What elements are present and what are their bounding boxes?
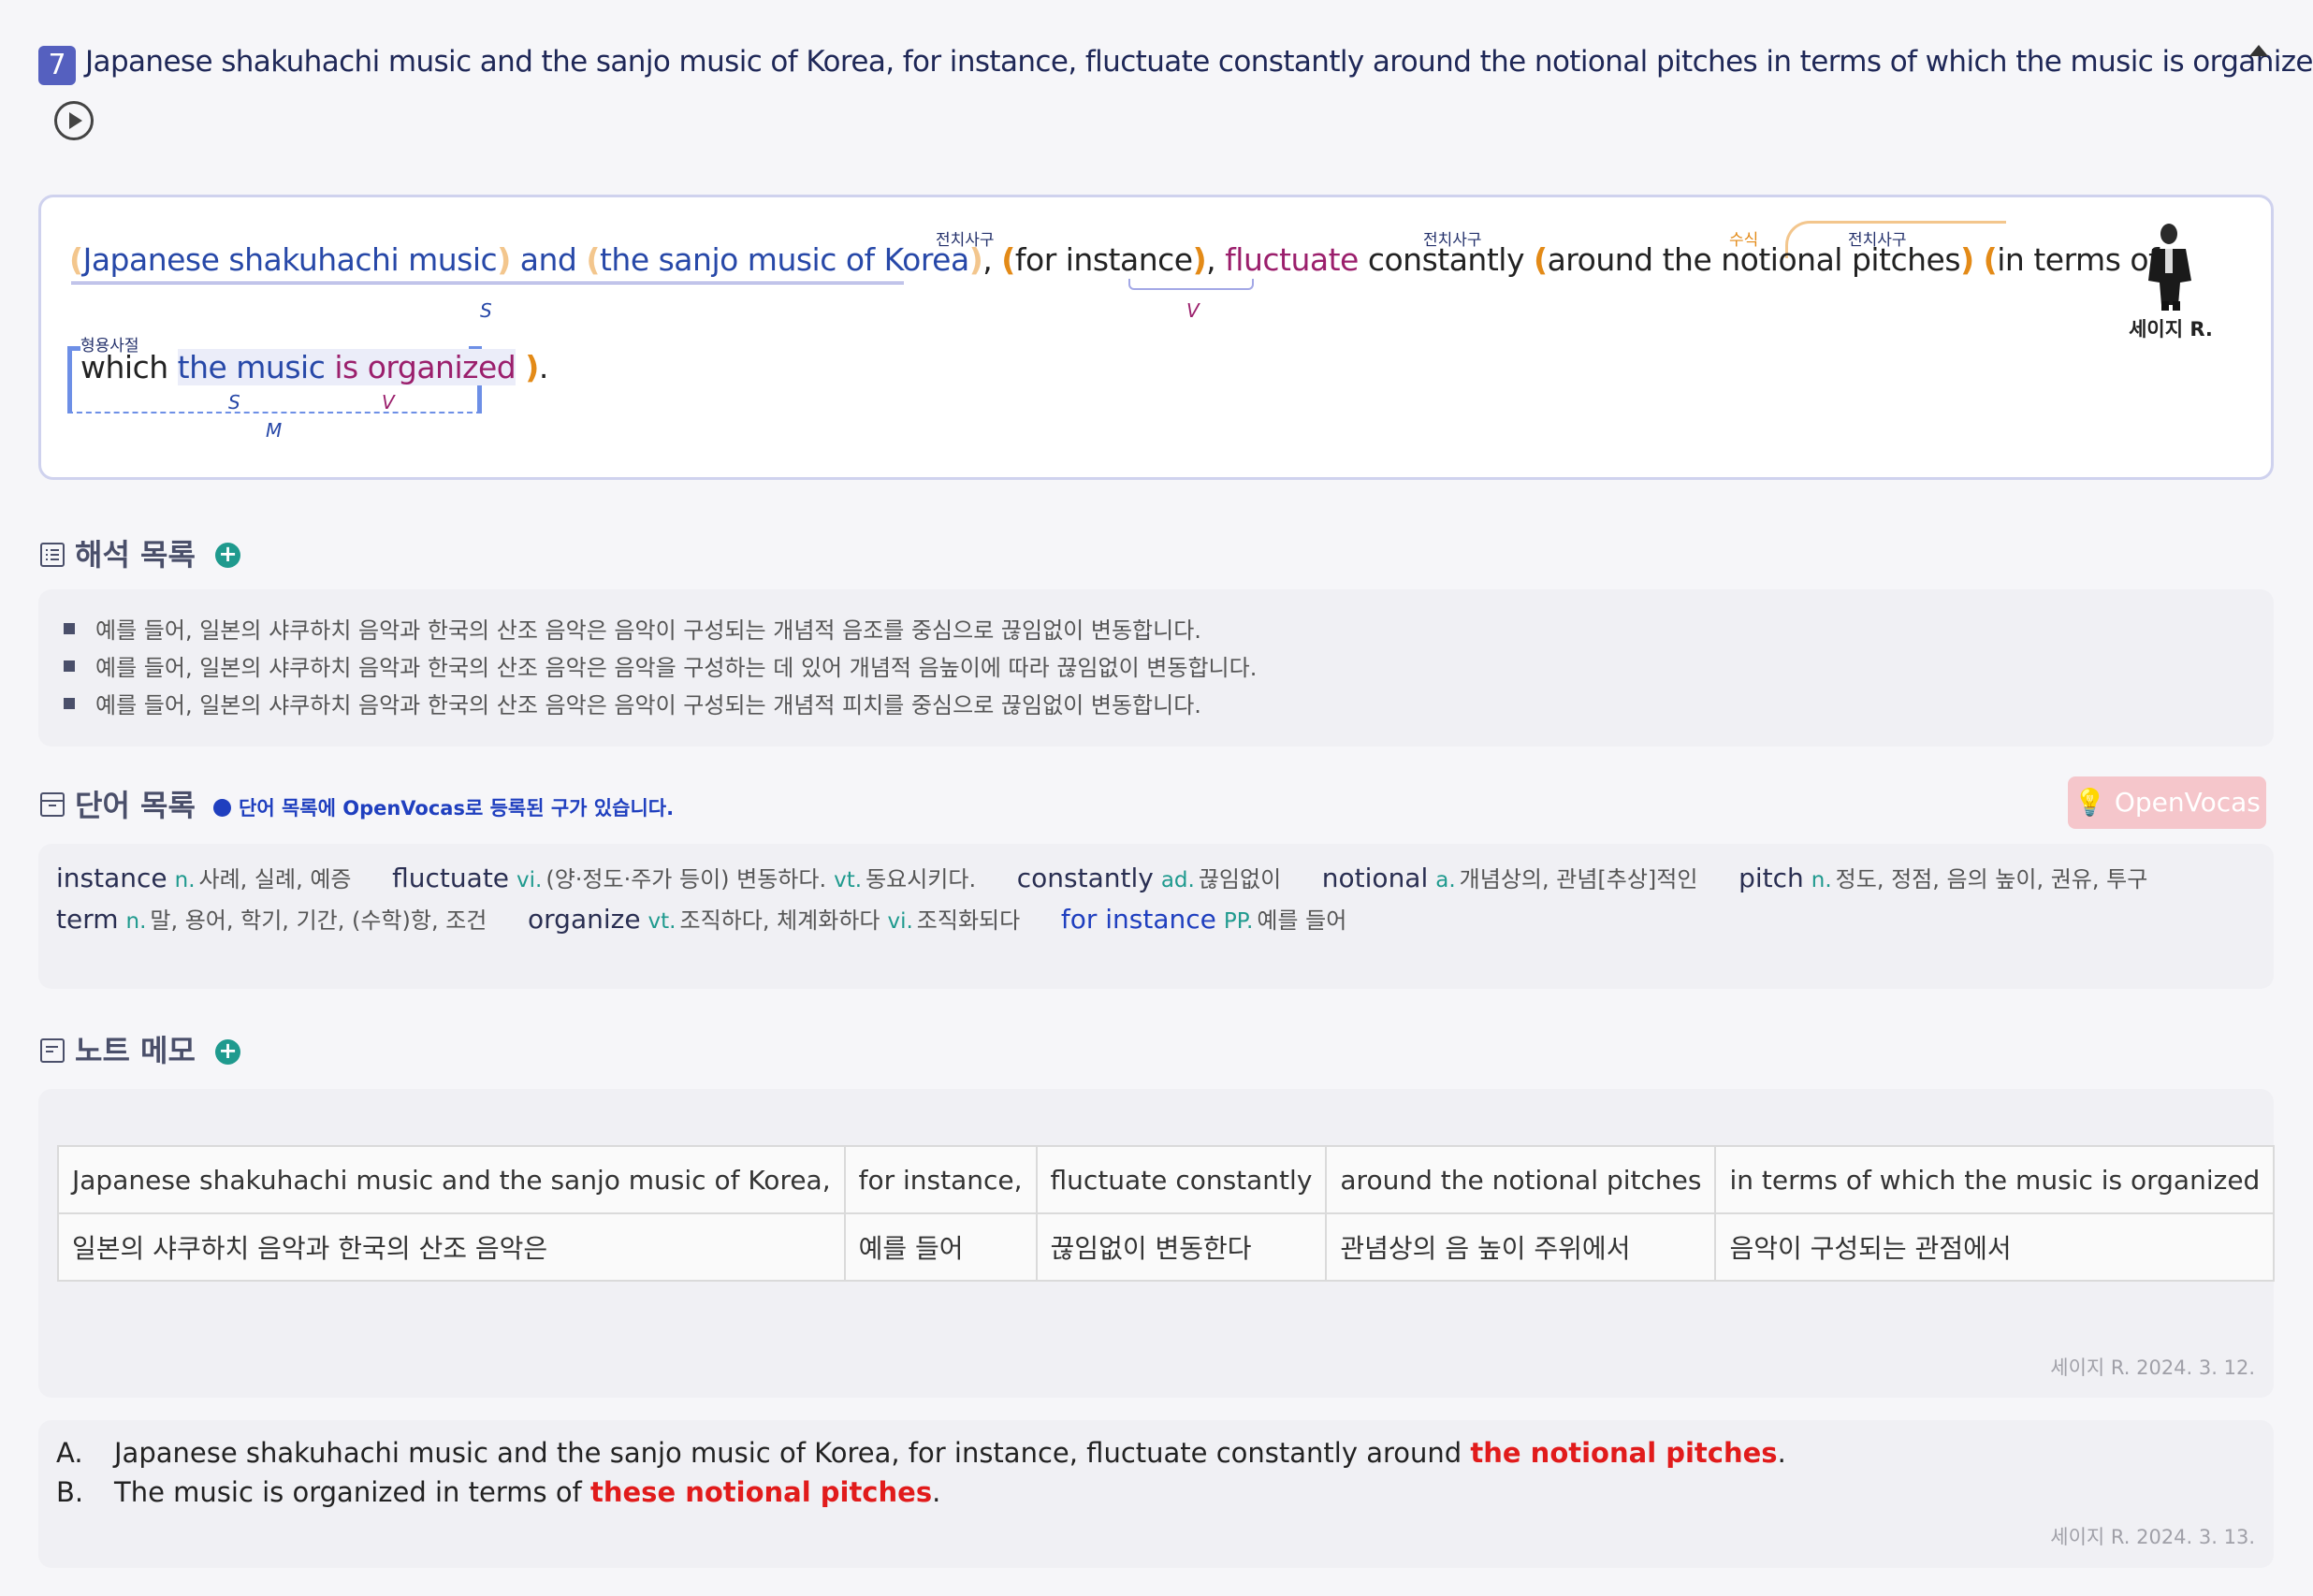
chunk-translation-table: Japanese shakuhachi music and the sanjo …	[57, 1145, 2276, 1282]
memo-line-b: B. The music is organized in terms of the…	[56, 1476, 941, 1508]
vocab-word[interactable]: instance	[56, 863, 167, 893]
clause-role-subject-label: S	[228, 391, 240, 414]
subject-underline	[71, 277, 904, 284]
openvocas-button[interactable]: 💡 OpenVocas	[2068, 776, 2266, 829]
table-cell: 음악이 구성되는 관점에서	[1714, 1212, 2276, 1282]
bullet	[64, 660, 75, 672]
table-row: 일본의 샤쿠하치 음악과 한국의 산조 음악은 예를 들어 끊임없이 변동한다 …	[57, 1212, 2276, 1282]
vocab-word[interactable]: pitch	[1738, 863, 1804, 893]
role-verb-label: V	[1186, 299, 1200, 322]
notes-title: 노트 메모	[75, 1033, 196, 1068]
paren-open: (	[586, 241, 600, 278]
note-icon	[40, 1038, 65, 1063]
dot-icon	[213, 798, 231, 817]
vocab-word[interactable]: fluctuate	[392, 863, 509, 893]
analysis-line-1: (Japanese shakuhachi music) and (the san…	[69, 238, 2160, 283]
paren-open: (	[69, 241, 83, 278]
paren-close: )	[1960, 241, 1974, 278]
vocab-word[interactable]: constantly	[1017, 863, 1154, 893]
paren-close: )	[497, 241, 511, 278]
vocab-phrase[interactable]: for instance	[1061, 904, 1216, 935]
prep-phrase-around[interactable]: around the notional pitches	[1548, 241, 1961, 278]
play-circle-icon[interactable]	[54, 101, 94, 140]
sentence-text: Japanese shakuhachi music and the sanjo …	[85, 45, 2313, 79]
adverb[interactable]: constantly	[1368, 241, 1525, 278]
interpretation-item[interactable]: 예를 들어, 일본의 샤쿠하치 음악과 한국의 산조 음악은 음악이 구성되는 …	[64, 687, 1201, 719]
vocab-title: 단어 목록	[75, 788, 196, 823]
clause-subject[interactable]: the music	[177, 349, 326, 385]
paren-close: )	[968, 241, 983, 278]
memo-emphasis: these notional pitches	[590, 1476, 933, 1508]
note-stamp: 세이지 R. 2024. 3. 12.	[2050, 1357, 2255, 1379]
bullet	[64, 623, 75, 634]
paren-open: (	[1533, 241, 1548, 278]
interpretation-item[interactable]: 예를 들어, 일본의 샤쿠하치 음악과 한국의 산조 음악은 음악이 구성되는 …	[64, 612, 1201, 645]
verb-underline	[1128, 279, 1254, 290]
clause-role-modifier-label: M	[266, 419, 283, 442]
subject-phrase-2[interactable]: the sanjo music of Korea	[600, 241, 969, 278]
lightbulb-icon: 💡	[2073, 787, 2115, 818]
table-cell: in terms of which the music is organized	[1714, 1145, 2276, 1214]
period: .	[538, 349, 549, 385]
memo-line-a: A. Japanese shakuhachi music and the sanj…	[56, 1437, 1786, 1469]
table-cell: 예를 들어	[843, 1212, 1038, 1282]
vocab-word[interactable]: notional	[1322, 863, 1428, 893]
analysis-line-2: which the music is organized ).	[80, 345, 548, 390]
comma: ,	[982, 241, 993, 278]
plus-circle-icon[interactable]: +	[215, 1039, 240, 1065]
list-icon	[40, 543, 65, 567]
author-name: 세이지 R.	[2129, 318, 2213, 341]
table-cell: 끊임없이 변동한다	[1035, 1212, 1328, 1282]
plus-circle-icon[interactable]: +	[215, 543, 240, 568]
vocab-row-1: instance n. 사례, 실례, 예증 fluctuate vi. (양·정도·주…	[56, 863, 2148, 893]
memo-emphasis: the notional pitches	[1470, 1437, 1778, 1469]
interpretation-item[interactable]: 예를 들어, 일본의 샤쿠하치 음악과 한국의 산조 음악은 음악을 구성하는 …	[64, 649, 1257, 682]
caret-up-icon[interactable]	[2249, 45, 2268, 56]
paren-open: (	[1001, 241, 1015, 278]
archive-icon	[40, 792, 65, 817]
note-stamp: 세이지 R. 2024. 3. 13.	[2050, 1526, 2255, 1548]
clause-role-verb-label: V	[382, 391, 395, 414]
table-cell: 일본의 샤쿠하치 음악과 한국의 산조 음악은	[57, 1212, 846, 1282]
role-subject-label: S	[480, 299, 492, 322]
conjunction-and: and	[519, 241, 577, 278]
table-cell: 관념상의 음 높이 주위에서	[1325, 1212, 1717, 1282]
main-verb[interactable]: fluctuate	[1225, 241, 1359, 278]
bullet	[64, 698, 75, 709]
sentence-number-badge: 7	[38, 46, 76, 85]
paren-close: )	[1192, 241, 1207, 278]
table-cell: for instance,	[843, 1145, 1038, 1214]
vocab-word[interactable]: term	[56, 904, 119, 935]
clause-verb[interactable]: is organized	[334, 349, 516, 385]
comma: ,	[1206, 241, 1216, 278]
prep-phrase-for-instance[interactable]: for instance	[1015, 241, 1193, 278]
interpretations-title: 해석 목록	[75, 537, 196, 573]
subject-phrase-1[interactable]: Japanese shakuhachi music	[83, 241, 498, 278]
table-cell: Japanese shakuhachi music and the sanjo …	[57, 1145, 846, 1214]
vocab-word[interactable]: organize	[528, 904, 641, 935]
vocab-row-2: term n. 말, 용어, 학기, 기간, (수학)항, 조건 organize v…	[56, 904, 1347, 935]
paren-open: (	[1983, 241, 1998, 278]
openvocas-notice: 단어 목록에 OpenVocas로 등록된 구가 있습니다.	[213, 793, 674, 821]
table-row: Japanese shakuhachi music and the sanjo …	[57, 1145, 2276, 1214]
table-cell: fluctuate constantly	[1035, 1145, 1328, 1214]
table-cell: around the notional pitches	[1325, 1145, 1717, 1214]
paren-close: )	[525, 349, 539, 385]
relative-pronoun[interactable]: which	[80, 349, 168, 385]
